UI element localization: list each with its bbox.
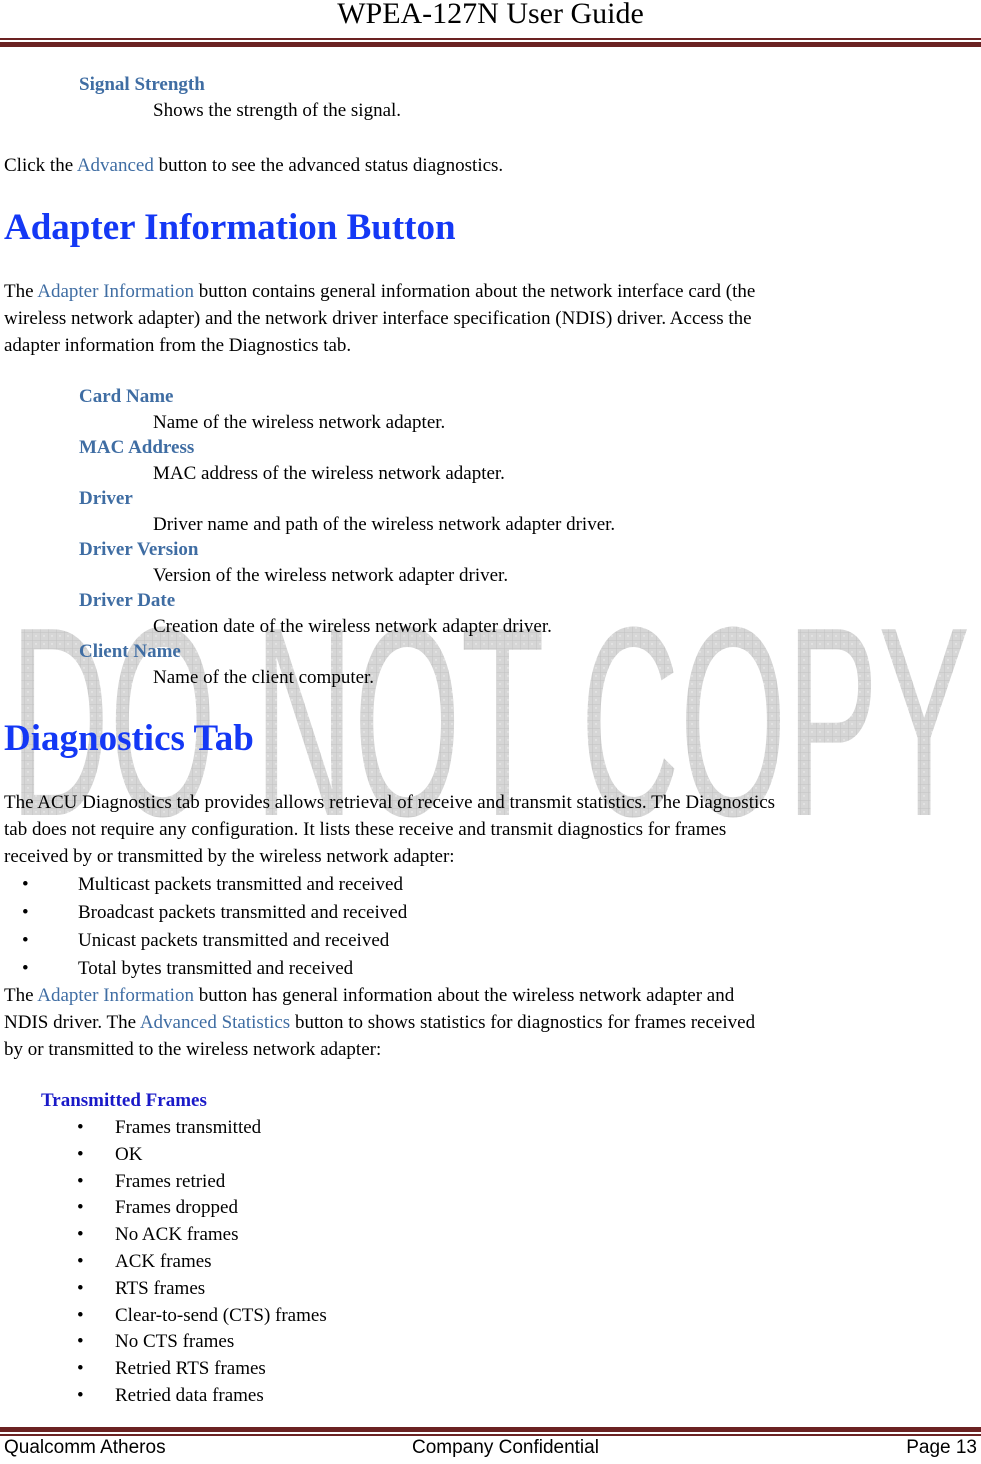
definition-driver-date: Creation date of the wireless network ad… (153, 616, 552, 637)
transmitted-frames-item: • Frames dropped (77, 1197, 238, 1219)
bullet-text: RTS frames (115, 1277, 206, 1299)
after-pre: The (4, 985, 38, 1006)
definition-driver: Driver name and path of the wireless net… (153, 514, 616, 535)
bullet-text: Frames transmitted (115, 1117, 262, 1138)
bullet-icon: • (22, 930, 29, 951)
adapter-information-ref-2: Adapter Information (37, 985, 194, 1006)
document-header-title: WPEA-127N User Guide (337, 0, 644, 30)
advanced-statistics-ref: Advanced Statistics (139, 1012, 291, 1033)
transmitted-frames-item: • No ACK frames (77, 1224, 238, 1246)
bullet-icon: • (77, 1251, 84, 1272)
diagnostics-intro-line-1: The ACU Diagnostics tab provides allows … (4, 792, 776, 813)
term-mac-address: MAC Address (79, 437, 195, 458)
bullet-text: No CTS frames (115, 1331, 235, 1353)
bullet-icon: • (77, 1143, 84, 1165)
diagnostics-after-line-1: The Adapter Information button has gener… (4, 985, 734, 1007)
term-client-name: Client Name (79, 641, 181, 662)
bullet-icon: • (77, 1117, 84, 1138)
advanced-instruction-pre: Click the (4, 155, 77, 176)
diagnostics-bullet-item: • Multicast packets transmitted and recei… (22, 874, 403, 896)
after-line-2-post: button to shows statistics for diagnosti… (290, 1012, 756, 1033)
bullet-icon: • (77, 1224, 84, 1246)
footer-rule-thick (0, 1427, 981, 1432)
transmitted-frames-item: • Frames transmitted (77, 1117, 261, 1139)
definition-driver-version: Version of the wireless network adapter … (153, 565, 509, 586)
bullet-icon: • (77, 1385, 84, 1406)
bullet-icon: • (77, 1304, 84, 1326)
transmitted-frames-item: • ACK frames (77, 1251, 212, 1273)
transmitted-frames-item: • Frames retried (77, 1171, 225, 1193)
term-driver: Driver (79, 488, 133, 509)
after-line-2-pre: NDIS driver. The (4, 1012, 140, 1033)
diagnostics-intro-line-2: tab does not require any configuration. … (4, 819, 727, 840)
bullet-icon: • (77, 1197, 84, 1219)
bullet-text: OK (115, 1143, 143, 1165)
transmitted-frames-item: • Clear-to-send (CTS) frames (77, 1305, 327, 1327)
bullet-text: Frames dropped (115, 1197, 238, 1219)
heading-adapter-information-button: Adapter Information Button (4, 207, 456, 248)
definition-signal-strength: Shows the strength of the signal. (153, 100, 402, 121)
bullet-text: Retried RTS frames (115, 1358, 266, 1380)
header-rule-thick (0, 42, 981, 47)
bullet-icon: • (22, 958, 29, 979)
bullet-text: Total bytes transmitted and received (78, 958, 354, 979)
diagnostics-after-line-3: by or transmitted to the wireless networ… (4, 1039, 382, 1060)
heading-transmitted-frames: Transmitted Frames (41, 1090, 207, 1111)
bullet-icon: • (22, 874, 29, 895)
definition-mac-address: MAC address of the wireless network adap… (153, 463, 505, 484)
adapter-intro-line-3: adapter information from the Diagnostics… (4, 335, 352, 356)
bullet-icon: • (77, 1277, 84, 1299)
footer-page-number: Page 13 (906, 1437, 977, 1458)
adapter-intro-post: button contains general information abou… (193, 281, 756, 302)
bullet-icon: • (77, 1358, 84, 1380)
transmitted-frames-item: • RTS frames (77, 1278, 205, 1300)
transmitted-frames-item: • OK (77, 1144, 142, 1166)
adapter-intro-line-2: wireless network adapter) and the networ… (4, 308, 752, 329)
bullet-text: Clear-to-send (CTS) frames (115, 1304, 327, 1326)
bullet-icon: • (22, 902, 29, 923)
bullet-icon: • (77, 1331, 84, 1353)
diagnostics-after-line-2: NDIS driver. The Advanced Statistics but… (4, 1012, 755, 1034)
definition-card-name: Name of the wireless network adapter. (153, 412, 446, 433)
diagnostics-intro-line-3: received by or transmitted by the wirele… (4, 846, 455, 867)
adapter-intro-line-1: The Adapter Information button contains … (4, 281, 755, 303)
footer-company: Qualcomm Atheros (4, 1437, 166, 1458)
transmitted-frames-item: • Retried RTS frames (77, 1358, 266, 1380)
term-driver-version: Driver Version (79, 539, 199, 560)
advanced-button-ref: Advanced (76, 155, 154, 176)
diagnostics-bullet-item: • Broadcast packets transmitted and recei… (22, 902, 407, 924)
term-driver-date: Driver Date (79, 590, 176, 611)
term-card-name: Card Name (79, 386, 174, 407)
bullet-text: Broadcast packets transmitted and receiv… (78, 902, 408, 923)
footer-confidential: Company Confidential (412, 1437, 599, 1458)
transmitted-frames-item: • Retried data frames (77, 1385, 264, 1407)
term-signal-strength: Signal Strength (79, 74, 205, 95)
diagnostics-bullet-item: • Total bytes transmitted and received (22, 958, 353, 980)
advanced-instruction: Click the Advanced button to see the adv… (4, 155, 503, 177)
bullet-text: Unicast packets transmitted and received (78, 930, 390, 951)
bullet-text: ACK frames (115, 1251, 212, 1272)
bullet-icon: • (77, 1170, 84, 1192)
bullet-text: Frames retried (115, 1170, 226, 1192)
after-line-1-post: button has general information about the… (193, 985, 735, 1006)
adapter-intro-pre: The (4, 281, 38, 302)
bullet-text: Retried data frames (115, 1385, 264, 1406)
header-rule-thin (0, 38, 981, 40)
advanced-instruction-post: button to see the advanced status diagno… (153, 155, 504, 176)
definition-client-name: Name of the client computer. (153, 667, 375, 688)
adapter-information-ref: Adapter Information (37, 281, 194, 302)
diagnostics-bullet-item: • Unicast packets transmitted and receive… (22, 930, 389, 952)
bullet-text: Multicast packets transmitted and receiv… (78, 874, 403, 895)
heading-diagnostics-tab: Diagnostics Tab (4, 718, 254, 759)
bullet-text: No ACK frames (115, 1224, 239, 1246)
footer-rule-thin (0, 1434, 981, 1436)
transmitted-frames-item: • No CTS frames (77, 1331, 234, 1353)
